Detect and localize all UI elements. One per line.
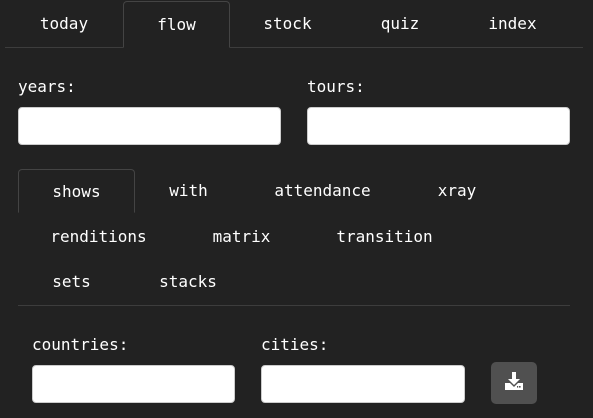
tab-stock[interactable]: stock — [230, 1, 345, 46]
countries-input[interactable] — [32, 365, 235, 403]
cities-input[interactable] — [261, 365, 465, 403]
countries-label: countries: — [32, 335, 129, 354]
subtab-renditions[interactable]: renditions — [18, 215, 179, 259]
subtab-shows[interactable]: shows — [18, 169, 135, 213]
tab-index[interactable]: index — [455, 1, 570, 46]
subtab-stacks[interactable]: stacks — [125, 260, 251, 304]
main-tab-bar: today flow stock quiz index — [5, 0, 583, 48]
subtab-matrix[interactable]: matrix — [179, 215, 304, 259]
subtab-with[interactable]: with — [135, 169, 242, 213]
tab-flow[interactable]: flow — [123, 1, 230, 48]
tab-quiz[interactable]: quiz — [345, 1, 455, 46]
download-icon — [504, 371, 524, 395]
tours-label: tours: — [307, 77, 365, 96]
subtab-transition[interactable]: transition — [304, 215, 465, 259]
years-label: years: — [18, 77, 76, 96]
download-button[interactable] — [491, 362, 537, 404]
tab-today[interactable]: today — [5, 1, 123, 46]
tours-input[interactable] — [307, 107, 570, 145]
years-input[interactable] — [18, 107, 281, 145]
subtab-attendance[interactable]: attendance — [242, 169, 403, 213]
sub-tab-bar: shows with attendance xray renditions ma… — [18, 169, 570, 306]
subtab-sets[interactable]: sets — [18, 260, 125, 304]
subtab-xray[interactable]: xray — [403, 169, 511, 213]
cities-label: cities: — [261, 335, 329, 354]
